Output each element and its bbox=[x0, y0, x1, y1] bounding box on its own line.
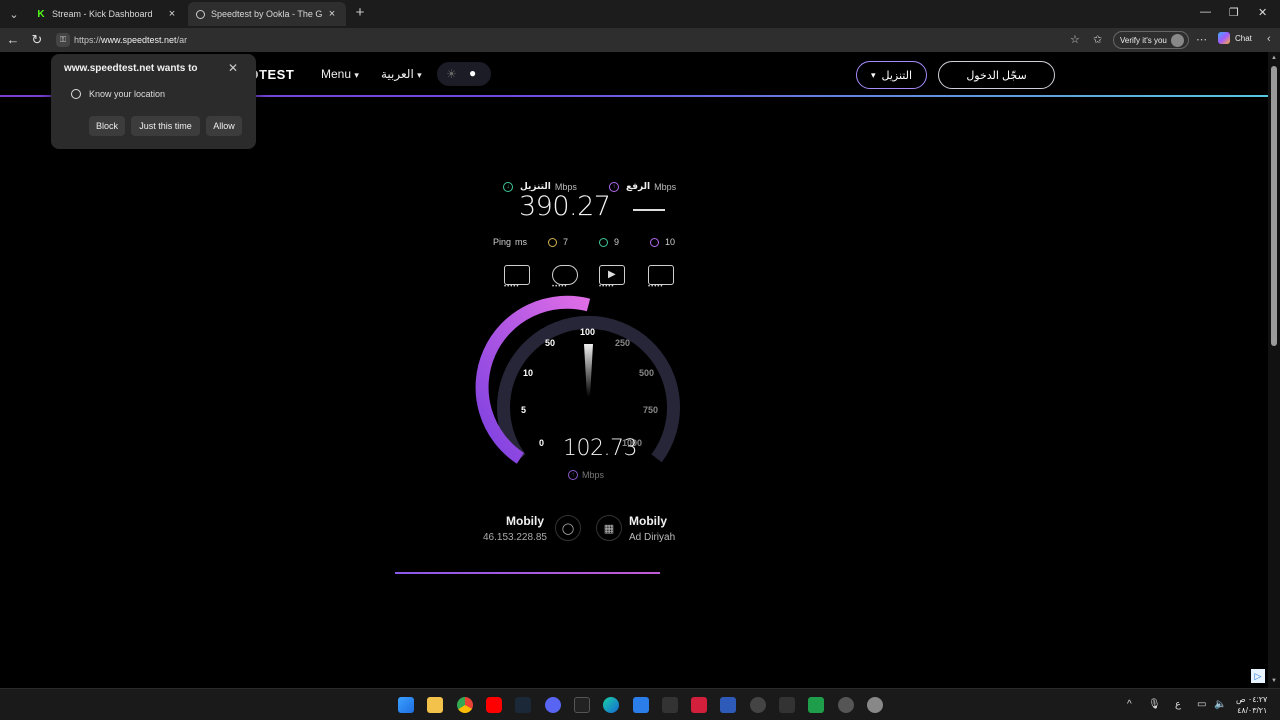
gauge-tick: 5 bbox=[521, 405, 527, 415]
allow-button[interactable]: Allow bbox=[206, 116, 242, 136]
block-button[interactable]: Block bbox=[89, 116, 125, 136]
avatar bbox=[1170, 33, 1184, 47]
gauge-tick: 750 bbox=[643, 405, 659, 415]
test-progress-bar bbox=[395, 572, 660, 574]
favorites-list-icon[interactable]: ✩ bbox=[1093, 33, 1102, 46]
gauge-unit: ↑ Mbps bbox=[568, 470, 604, 480]
favorite-star-icon[interactable]: ☆ bbox=[1070, 33, 1080, 46]
gauge-tick: 50 bbox=[545, 338, 556, 348]
new-tab-plus-icon[interactable]: + bbox=[352, 5, 368, 21]
kick-icon: K bbox=[37, 8, 45, 20]
volume-icon[interactable]: 🔈 bbox=[1214, 699, 1226, 710]
back-arrow-icon[interactable]: ← bbox=[5, 32, 21, 48]
more-options-icon[interactable]: ⋯ bbox=[1196, 33, 1207, 46]
restore-icon[interactable]: ❐ bbox=[1229, 6, 1239, 19]
start-windows-icon[interactable] bbox=[398, 697, 414, 713]
user-icon: ◯ bbox=[555, 515, 581, 541]
tab-kick-dashboard[interactable]: K Stream - Kick Dashboard × bbox=[28, 2, 186, 26]
mail-app-icon[interactable] bbox=[779, 697, 795, 713]
close-tab-icon[interactable]: × bbox=[166, 8, 178, 20]
server-isp-name[interactable]: Mobily bbox=[629, 514, 667, 528]
youtube-icon[interactable] bbox=[486, 697, 502, 713]
tab-list-chevron-icon[interactable]: ⌄ bbox=[4, 4, 24, 24]
url-scheme: https:// bbox=[74, 35, 102, 45]
url-host: www.speedtest.net bbox=[101, 35, 177, 45]
clock-time: ٠٤:٢٧ ص bbox=[1236, 695, 1268, 704]
ip-address: 46.153.228.85 bbox=[483, 532, 547, 543]
permission-title: www.speedtest.net wants to bbox=[64, 63, 198, 74]
settings-app-icon[interactable] bbox=[838, 697, 854, 713]
gauge-tick: 0 bbox=[539, 438, 545, 448]
window-close-icon[interactable]: ✕ bbox=[1258, 6, 1267, 19]
isp-name: Mobily bbox=[506, 514, 544, 528]
location-permission-popup: www.speedtest.net wants to ✕ Know your l… bbox=[51, 54, 256, 149]
chrome-icon[interactable] bbox=[457, 697, 473, 713]
tab-title: Stream - Kick Dashboard bbox=[52, 9, 153, 19]
scroll-up-icon[interactable]: ▲ bbox=[1271, 55, 1277, 61]
gauge-tick: 100 bbox=[580, 327, 596, 337]
verify-label: Verify it's you bbox=[1120, 35, 1167, 45]
hidden-icons-chevron-icon[interactable]: ^ bbox=[1127, 699, 1132, 710]
server-icon[interactable]: ▦ bbox=[596, 515, 622, 541]
refresh-icon[interactable]: ↻ bbox=[29, 32, 45, 48]
speedtest-icon bbox=[196, 9, 205, 19]
steam-icon[interactable] bbox=[515, 697, 531, 713]
copilot-chat-button[interactable]: Chat bbox=[1218, 32, 1252, 44]
scroll-down-icon[interactable]: ▼ bbox=[1271, 678, 1277, 684]
tab-bar: ⌄ K Stream - Kick Dashboard × Speedtest … bbox=[0, 0, 1280, 28]
clock-date: ٤٨/٠٣/٢١ bbox=[1237, 706, 1268, 715]
chat-app-icon[interactable] bbox=[808, 697, 824, 713]
url-path: /ar bbox=[176, 35, 188, 45]
adobe-app-icon[interactable] bbox=[691, 697, 707, 713]
permission-request: Know your location bbox=[71, 89, 165, 99]
close-tab-icon[interactable]: × bbox=[326, 8, 338, 20]
page-scrollbar[interactable]: ▲ ▼ bbox=[1268, 52, 1280, 688]
tab-speedtest[interactable]: Speedtest by Ookla - The Global B × bbox=[188, 2, 346, 26]
profile-verify-button[interactable]: Verify it's you bbox=[1113, 31, 1189, 49]
bm-app-icon[interactable] bbox=[662, 697, 678, 713]
obs-icon[interactable] bbox=[750, 697, 766, 713]
gauge-tick: 500 bbox=[639, 368, 655, 378]
url-field[interactable]: ⚿ https://www.speedtest.net/ar bbox=[52, 31, 1087, 49]
just-this-time-button[interactable]: Just this time bbox=[131, 116, 200, 136]
upload-arrow-icon: ↑ bbox=[568, 470, 578, 480]
location-pin-icon bbox=[71, 89, 81, 99]
ad-choices-icon[interactable]: ▷ bbox=[1251, 669, 1265, 683]
page-content: EDTEST Menu ▾ العربية ▾ ☀ ● ▾ التنزيل سج… bbox=[0, 52, 1268, 688]
address-toolbar: ← ↻ ⚿ https://www.speedtest.net/ar ☆ ✩ V… bbox=[0, 28, 1280, 52]
call-of-duty-icon[interactable] bbox=[574, 697, 590, 713]
scroll-thumb[interactable] bbox=[1271, 66, 1277, 346]
f-app-icon[interactable] bbox=[633, 697, 649, 713]
sidebar-chevron-icon[interactable]: ‹ bbox=[1267, 33, 1271, 45]
copilot-icon bbox=[1218, 32, 1230, 44]
microphone-icon[interactable]: 🎙 bbox=[1148, 699, 1161, 710]
tab-title: Speedtest by Ookla - The Global B bbox=[211, 9, 322, 19]
input-language[interactable]: ع bbox=[1175, 699, 1181, 710]
gauge-needle bbox=[584, 344, 593, 397]
windows-taskbar: ^ 🎙 ع ▭ 🔈 ٠٤:٢٧ ص ٤٨/٠٣/٢١ bbox=[0, 688, 1280, 720]
network-icon[interactable]: ▭ bbox=[1197, 699, 1206, 710]
permission-request-text: Know your location bbox=[89, 89, 166, 99]
shield-icon[interactable] bbox=[720, 697, 736, 713]
chat-label: Chat bbox=[1235, 33, 1252, 43]
gauge-unit-text: Mbps bbox=[582, 470, 605, 480]
file-explorer-icon[interactable] bbox=[427, 697, 443, 713]
gauge-tick: 250 bbox=[615, 338, 631, 348]
edge-icon[interactable] bbox=[603, 697, 619, 713]
gear-icon[interactable] bbox=[867, 697, 883, 713]
close-icon[interactable]: ✕ bbox=[228, 61, 238, 75]
minimize-icon[interactable]: — bbox=[1200, 6, 1211, 18]
gauge-tick: 10 bbox=[523, 368, 534, 378]
server-location[interactable]: Ad Diriyah bbox=[629, 532, 675, 543]
discord-icon[interactable] bbox=[545, 697, 561, 713]
taskbar-clock[interactable]: ٠٤:٢٧ ص ٤٨/٠٣/٢١ bbox=[1236, 694, 1267, 716]
gauge-current-speed: 102.73 bbox=[563, 436, 637, 461]
site-info-icon[interactable]: ⚿ bbox=[56, 33, 70, 47]
